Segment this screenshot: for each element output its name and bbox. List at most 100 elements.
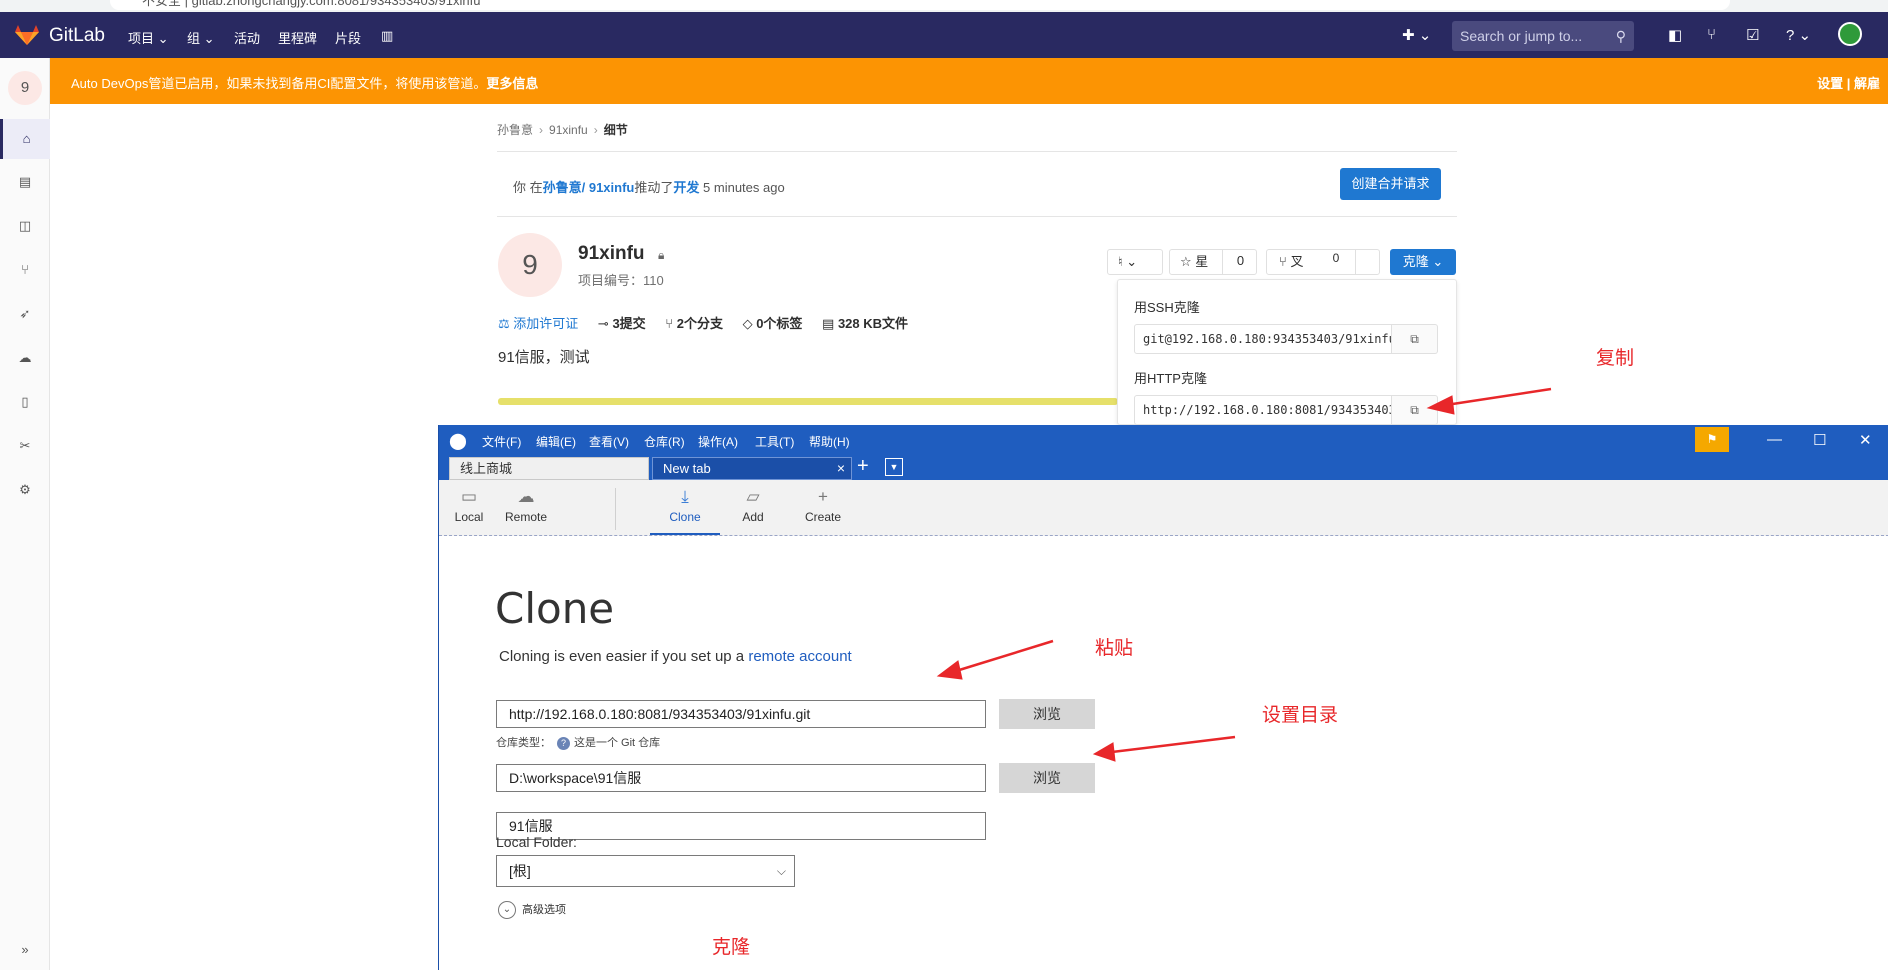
toolbar-add[interactable]: ▱ Add: [723, 484, 783, 524]
sourcetree-toolbar: ▭ Local ☁ Remote ⤓ Clone ▱ Add + Create: [439, 480, 1888, 536]
project-sidebar: 9 ⌂ ▤ ◫ ⑂ ➶ ☁ ▯ ✂ ⚙ »: [0, 58, 50, 970]
ssh-url-field[interactable]: git@192.168.0.180:934353403/91xinfu.git: [1134, 324, 1392, 354]
help-icon[interactable]: ? ⌄: [1786, 26, 1811, 44]
toolbar-remote[interactable]: ☁ Remote: [496, 484, 556, 524]
close-tab-icon[interactable]: ×: [837, 458, 845, 479]
menu-help[interactable]: 帮助(H): [809, 433, 850, 450]
todo-icon[interactable]: ☑: [1746, 26, 1759, 44]
breadcrumb-owner[interactable]: 孙鲁意: [497, 123, 533, 137]
browse-source-button[interactable]: 浏览: [999, 699, 1095, 729]
toolbar-separator: [615, 488, 616, 530]
star-count: 0: [1222, 249, 1258, 275]
breadcrumb-project[interactable]: 91xinfu: [549, 123, 588, 137]
merge-requests-icon[interactable]: ⑂: [0, 250, 50, 290]
sourcetree-window: ⬤ 文件(F) 编辑(E) 查看(V) 仓库(R) 操作(A) 工具(T) 帮助…: [438, 425, 1888, 970]
search-icon: ⚲: [1615, 28, 1626, 44]
menu-view[interactable]: 查看(V): [589, 433, 629, 450]
sourcetree-tabbar: 线上商城 New tab × + ▼: [439, 454, 1888, 480]
issues-icon[interactable]: ◫: [0, 206, 50, 246]
auto-devops-banner: Auto DevOps管道已启用，如果未找到备用CI配置文件，将使用该管道。更多…: [50, 58, 1888, 104]
menu-actions[interactable]: 操作(A): [698, 433, 738, 450]
nav-groups[interactable]: 组 ⌄: [187, 28, 215, 47]
add-tab-icon[interactable]: +: [857, 455, 869, 478]
divider: [497, 151, 1457, 152]
address-bar[interactable]: 不安全 | gitlab.zhongchangjy.com:8081/93435…: [110, 0, 1730, 10]
chart-icon[interactable]: ▥: [381, 28, 393, 44]
clone-button[interactable]: 克隆 ⌄: [1390, 249, 1456, 275]
tab-menu-icon[interactable]: ▼: [885, 458, 903, 476]
minimize-icon[interactable]: —: [1767, 431, 1782, 448]
tab-online-store[interactable]: 线上商城: [449, 457, 649, 480]
browse-destination-button[interactable]: 浏览: [999, 763, 1095, 793]
branches-link[interactable]: ⑂ 2个分支: [665, 313, 723, 332]
project-avatar-large: 9: [498, 233, 562, 297]
destination-path-input[interactable]: D:\workspace\91信服: [496, 764, 986, 792]
merge-request-icon[interactable]: ⑂: [1707, 26, 1716, 43]
more-info-link[interactable]: 更多信息: [486, 76, 538, 91]
settings-icon[interactable]: ⚙: [0, 470, 50, 510]
toolbar-create[interactable]: + Create: [793, 484, 853, 524]
push-project-link[interactable]: 孙鲁意/ 91xinfu: [543, 180, 635, 195]
annotation-set-directory: 设置目录: [1262, 705, 1339, 726]
create-merge-request-button[interactable]: 创建合并请求: [1340, 168, 1441, 200]
star-button[interactable]: ☆ 星 0: [1169, 249, 1257, 275]
copy-http-icon[interactable]: ⧉: [1392, 395, 1438, 425]
wiki-icon[interactable]: ▯: [0, 382, 50, 422]
toolbar-local[interactable]: ▭ Local: [439, 484, 499, 524]
nav-snippets[interactable]: 片段: [335, 28, 361, 47]
brand-name[interactable]: GitLab: [49, 25, 105, 47]
breadcrumb: 孙鲁意 › 91xinfu › 细节: [497, 121, 628, 138]
repository-icon[interactable]: ▤: [0, 162, 50, 202]
files-link[interactable]: ▤ 328 KB文件: [822, 313, 908, 332]
user-avatar[interactable]: [1838, 22, 1862, 46]
snippets-icon[interactable]: ✂: [0, 426, 50, 466]
banner-message: Auto DevOps管道已启用，如果未找到备用CI配置文件，将使用该管道。更多…: [71, 76, 539, 91]
fork-button[interactable]: ⑂ 叉 0: [1266, 249, 1380, 275]
menu-file[interactable]: 文件(F): [482, 433, 521, 450]
http-url-field[interactable]: http://192.168.0.180:8081/934353403/91xi…: [1134, 395, 1392, 425]
local-folder-select[interactable]: [根] ⌵: [496, 855, 795, 887]
source-url-input[interactable]: http://192.168.0.180:8081/934353403/91xi…: [496, 700, 986, 728]
fork-icon: ⑂: [1279, 254, 1287, 269]
banner-actions[interactable]: 设置 | 解雇: [1817, 73, 1880, 92]
operations-icon[interactable]: ☁: [0, 338, 50, 378]
http-clone-label: 用HTTP克隆: [1134, 371, 1207, 386]
push-notice: 你 在孙鲁意/ 91xinfu推动了开发 5 minutes ago: [513, 180, 785, 195]
clone-dropdown: 用SSH克隆 git@192.168.0.180:934353403/91xin…: [1117, 279, 1457, 425]
tab-new[interactable]: New tab ×: [652, 457, 852, 480]
annotation-copy: 复制: [1596, 348, 1635, 369]
sidebar-toggle-icon[interactable]: ◧: [1668, 26, 1682, 44]
rocket-icon[interactable]: ➶: [0, 294, 50, 334]
project-avatar[interactable]: 9: [8, 71, 42, 105]
collapse-sidebar-icon[interactable]: »: [0, 930, 50, 970]
close-icon[interactable]: ✕: [1859, 431, 1872, 449]
fork-count: 0: [1332, 251, 1340, 265]
plus-icon[interactable]: ✚ ⌄: [1402, 26, 1431, 44]
divider: [497, 216, 1457, 217]
home-icon[interactable]: ⌂: [0, 119, 50, 159]
add-license-link[interactable]: ⚖ 添加许可证: [498, 313, 578, 332]
push-branch-link[interactable]: 开发: [673, 180, 699, 195]
menu-edit[interactable]: 编辑(E): [536, 433, 576, 450]
gitlab-logo-icon[interactable]: [14, 24, 40, 46]
menu-repository[interactable]: 仓库(R): [644, 433, 685, 450]
copy-ssh-icon[interactable]: ⧉: [1392, 324, 1438, 354]
maximize-icon[interactable]: ☐: [1813, 431, 1826, 449]
nav-projects[interactable]: 项目 ⌄: [128, 28, 169, 47]
advanced-options-toggle[interactable]: ⌄ 高级选项: [498, 901, 566, 920]
remote-account-link[interactable]: remote account: [748, 648, 851, 665]
flag-icon[interactable]: ⚑: [1695, 427, 1729, 452]
clone-heading: Clone: [495, 584, 615, 633]
nav-activity[interactable]: 活动: [234, 28, 260, 47]
commits-link[interactable]: ⊸ 3提交: [598, 313, 646, 332]
clone-panel: Clone Cloning is even easier if you set …: [439, 536, 1888, 970]
nav-milestones[interactable]: 里程碑: [278, 28, 317, 47]
menu-tools[interactable]: 工具(T): [755, 433, 794, 450]
toolbar-clone[interactable]: ⤓ Clone: [655, 484, 715, 524]
star-icon: ☆: [1180, 254, 1192, 269]
lock-icon: 🔒︎: [658, 248, 665, 262]
tags-link[interactable]: ◇ 0个标签: [743, 313, 803, 332]
notification-button[interactable]: ♮ ⌄: [1107, 249, 1163, 275]
ssh-clone-label: 用SSH克隆: [1134, 300, 1200, 315]
search-input[interactable]: Search or jump to... ⚲: [1452, 21, 1634, 51]
